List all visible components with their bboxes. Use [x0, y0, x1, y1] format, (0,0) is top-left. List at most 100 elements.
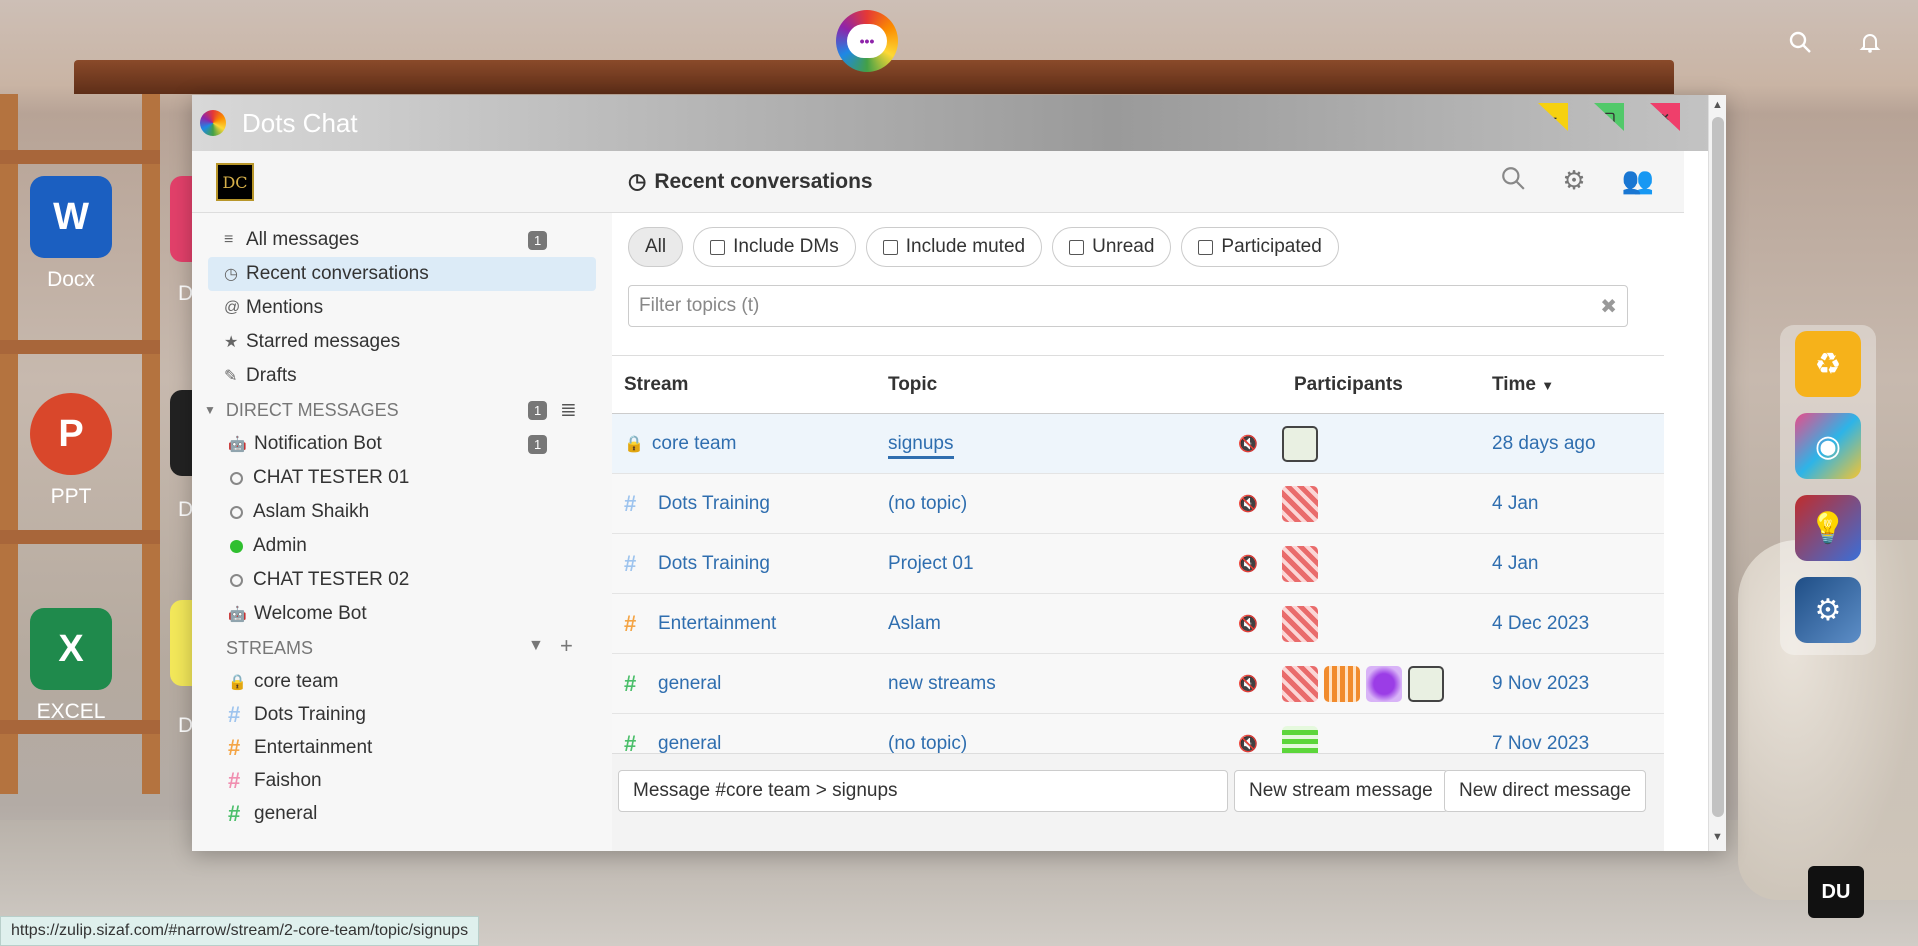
filter-unread[interactable]: Unread [1052, 227, 1172, 267]
stream-item-core-team[interactable]: 🔒 core team [192, 665, 612, 698]
mute-icon[interactable]: 🔇 [1238, 674, 1282, 694]
sidebar-item-starred[interactable]: ★ Starred messages [192, 325, 612, 359]
maximize-button[interactable]: ▢ [1594, 103, 1624, 131]
filter-include-dms[interactable]: Include DMs [693, 227, 856, 267]
stream-item-general[interactable]: # general [192, 797, 612, 830]
partial-desktop-icon[interactable] [170, 390, 194, 476]
mute-icon[interactable]: 🔇 [1238, 614, 1282, 634]
avatar[interactable] [1282, 605, 1318, 642]
topic-link[interactable]: signups [876, 432, 1238, 459]
dots-chat-logo-icon[interactable]: ••• [836, 10, 898, 72]
filter-include-muted[interactable]: Include muted [865, 227, 1043, 267]
org-logo[interactable]: DC [216, 163, 254, 201]
avatar[interactable] [1366, 665, 1402, 702]
filter-icon[interactable]: ▼ [528, 637, 544, 655]
bell-icon[interactable] [1858, 30, 1882, 58]
partial-desktop-icon[interactable] [170, 600, 194, 686]
table-row[interactable]: # Dots Training (no topic) 🔇 4 Jan [612, 474, 1664, 534]
topic-link[interactable]: Aslam [876, 613, 1238, 635]
topic-link[interactable]: (no topic) [876, 493, 1238, 515]
dm-item-chat-tester-01[interactable]: CHAT TESTER 01 [192, 461, 612, 495]
filter-topics-input[interactable]: Filter topics (t) ✖ [628, 285, 1628, 327]
dm-item-aslam-shaikh[interactable]: Aslam Shaikh [192, 495, 612, 529]
filter-all-button[interactable]: All [628, 227, 684, 267]
mute-icon[interactable]: 🔇 [1238, 734, 1282, 754]
stream-link[interactable]: # general [612, 671, 876, 697]
gear-icon[interactable]: ⚙ [1562, 165, 1585, 198]
avatar[interactable] [1282, 485, 1318, 522]
window-titlebar[interactable]: Dots Chat – ▢ × [192, 95, 1726, 151]
settings-app-icon[interactable]: ⚙ [1795, 577, 1861, 643]
column-header-topic[interactable]: Topic [876, 374, 1238, 396]
filter-participated[interactable]: Participated [1181, 227, 1339, 267]
new-direct-message-button[interactable]: New direct message [1444, 770, 1647, 812]
recycle-bin-icon[interactable]: ♻ [1795, 331, 1861, 397]
dm-item-admin[interactable]: Admin [192, 529, 612, 563]
dm-item-notification-bot[interactable]: 🤖 Notification Bot 1 [192, 427, 612, 461]
table-row[interactable]: # Entertainment Aslam 🔇 4 Dec 2023 [612, 594, 1664, 654]
desktop-icon-docx[interactable]: W Docx [16, 176, 126, 292]
checkbox[interactable] [882, 239, 898, 255]
time-link[interactable]: 4 Dec 2023 [1492, 613, 1662, 635]
stream-link[interactable]: # Dots Training [612, 491, 876, 517]
time-link[interactable]: 28 days ago [1492, 433, 1662, 455]
table-row[interactable]: 🔒 core team signups 🔇 28 days ago [612, 414, 1664, 474]
streams-heading[interactable]: STREAMS ▼ + [192, 631, 612, 665]
column-header-time[interactable]: Time ▼ [1492, 374, 1662, 396]
media-app-icon[interactable]: ◉ [1795, 413, 1861, 479]
time-link[interactable]: 4 Jan [1492, 553, 1662, 575]
checkbox[interactable] [1069, 239, 1085, 255]
avatar[interactable] [1282, 425, 1318, 462]
mute-icon[interactable]: 🔇 [1238, 434, 1282, 454]
topic-link[interactable]: (no topic) [876, 733, 1238, 755]
avatar[interactable] [1408, 665, 1444, 702]
people-icon[interactable]: 👥 [1622, 165, 1654, 198]
search-icon[interactable] [1788, 30, 1812, 58]
clear-icon[interactable]: ✖ [1600, 294, 1617, 319]
mute-icon[interactable]: 🔇 [1238, 554, 1282, 574]
time-link[interactable]: 9 Nov 2023 [1492, 673, 1662, 695]
stream-link[interactable]: # Dots Training [612, 551, 876, 577]
sidebar-item-all-messages[interactable]: ≡ All messages 1 [192, 223, 612, 257]
compose-message-input[interactable]: Message #core team > signups [618, 770, 1228, 812]
search-icon[interactable] [1500, 165, 1526, 198]
stream-item-entertainment[interactable]: # Entertainment [192, 731, 612, 764]
checkbox[interactable] [1198, 239, 1214, 255]
sidebar-item-mentions[interactable]: @ Mentions [192, 291, 612, 325]
scroll-down-icon[interactable]: ▼ [1712, 831, 1723, 843]
table-row[interactable]: # general new streams 🔇 9 Nov 2023 [612, 654, 1664, 714]
idea-app-icon[interactable]: 💡 [1795, 495, 1861, 561]
desktop-icon-ppt[interactable]: P PPT [16, 393, 126, 509]
close-button[interactable]: × [1650, 103, 1680, 131]
direct-messages-heading[interactable]: ▼ DIRECT MESSAGES 1 ≣ [192, 393, 612, 427]
scrollbar-thumb[interactable] [1712, 117, 1724, 817]
avatar[interactable] [1282, 545, 1318, 582]
corner-logo-badge[interactable]: DU [1808, 866, 1864, 918]
dm-item-chat-tester-02[interactable]: CHAT TESTER 02 [192, 563, 612, 597]
mute-icon[interactable]: 🔇 [1238, 494, 1282, 514]
new-stream-message-button[interactable]: New stream message [1234, 770, 1448, 812]
scroll-up-icon[interactable]: ▲ [1712, 99, 1723, 111]
table-row[interactable]: # Dots Training Project 01 🔇 4 Jan [612, 534, 1664, 594]
window-scrollbar[interactable]: ▲ ▼ [1708, 95, 1726, 851]
sidebar-item-recent-conversations[interactable]: ◷ Recent conversations [208, 257, 596, 291]
sidebar-item-drafts[interactable]: ✎ Drafts [192, 359, 612, 393]
time-link[interactable]: 7 Nov 2023 [1492, 733, 1662, 755]
compose-dm-icon[interactable]: ≣ [560, 397, 577, 422]
time-link[interactable]: 4 Jan [1492, 493, 1662, 515]
partial-desktop-icon[interactable] [170, 176, 194, 262]
add-stream-icon[interactable]: + [560, 633, 573, 659]
avatar[interactable] [1324, 665, 1360, 702]
stream-item-dots-training[interactable]: # Dots Training [192, 698, 612, 731]
avatar[interactable] [1282, 665, 1318, 702]
stream-link[interactable]: 🔒 core team [612, 433, 876, 455]
topic-link[interactable]: new streams [876, 673, 1238, 695]
topic-link[interactable]: Project 01 [876, 553, 1238, 575]
minimize-button[interactable]: – [1538, 103, 1568, 131]
stream-link[interactable]: # Entertainment [612, 611, 876, 637]
stream-item-faishon[interactable]: # Faishon [192, 764, 612, 797]
column-header-stream[interactable]: Stream [612, 374, 876, 396]
checkbox[interactable] [710, 239, 726, 255]
dm-item-welcome-bot[interactable]: 🤖 Welcome Bot [192, 597, 612, 631]
desktop-icon-excel[interactable]: X EXCEL [16, 608, 126, 724]
